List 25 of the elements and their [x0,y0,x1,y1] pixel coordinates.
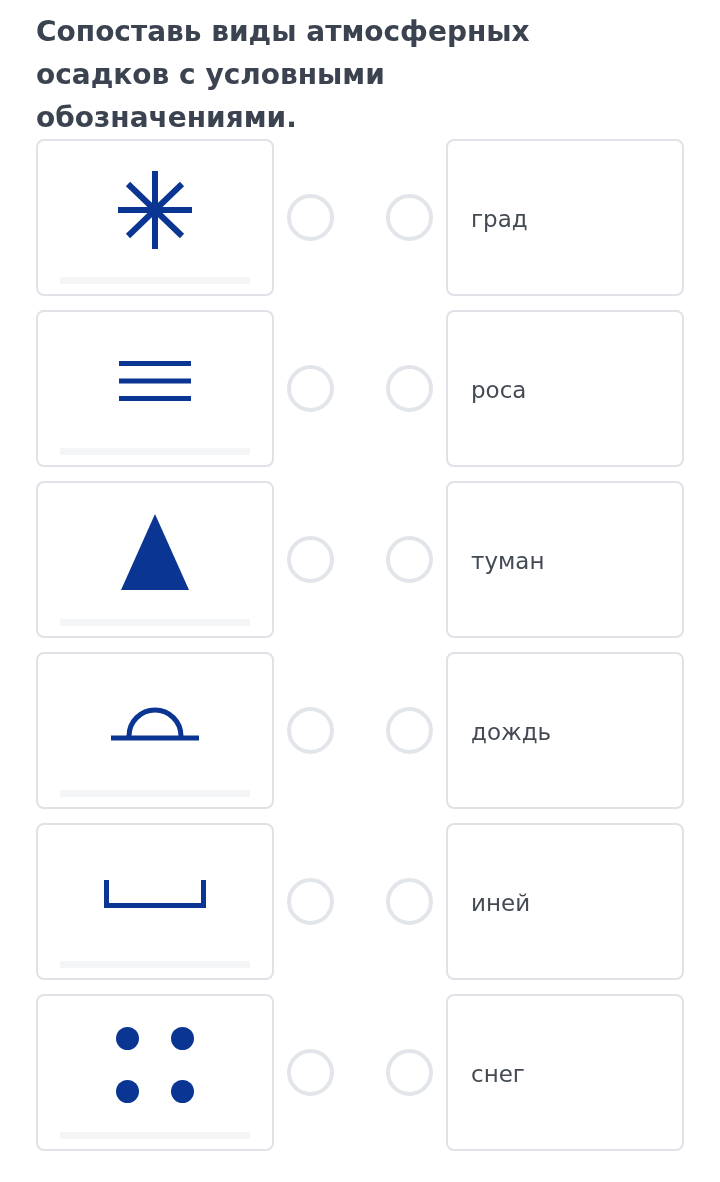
radio-button[interactable] [386,1049,433,1096]
radio-button[interactable] [386,194,433,241]
radio-button[interactable] [386,878,433,925]
answer-card[interactable]: град [446,139,684,296]
radio-button[interactable] [386,707,433,754]
answer-card[interactable]: иней [446,823,684,980]
answer-card[interactable]: туман [446,481,684,638]
bracket-icon [104,880,206,908]
radio-button[interactable] [287,194,334,241]
asterisk-icon [115,170,195,250]
arc-on-line-icon [111,705,199,741]
triple-line-icon [119,361,191,401]
radio-button[interactable] [386,536,433,583]
radio-button[interactable] [287,707,334,754]
radio-button[interactable] [287,536,334,583]
triangle-icon [121,514,189,590]
answer-card[interactable]: снег [446,994,684,1151]
dot-grid-icon [116,1027,194,1103]
radio-button[interactable] [287,365,334,412]
radio-button[interactable] [386,365,433,412]
radio-button[interactable] [287,878,334,925]
radio-button[interactable] [287,1049,334,1096]
answer-card[interactable]: роса [446,310,684,467]
task-title: Сопоставь виды атмосферных осадков с условными обозначениями. [36,14,531,136]
answer-card[interactable]: дождь [446,652,684,809]
